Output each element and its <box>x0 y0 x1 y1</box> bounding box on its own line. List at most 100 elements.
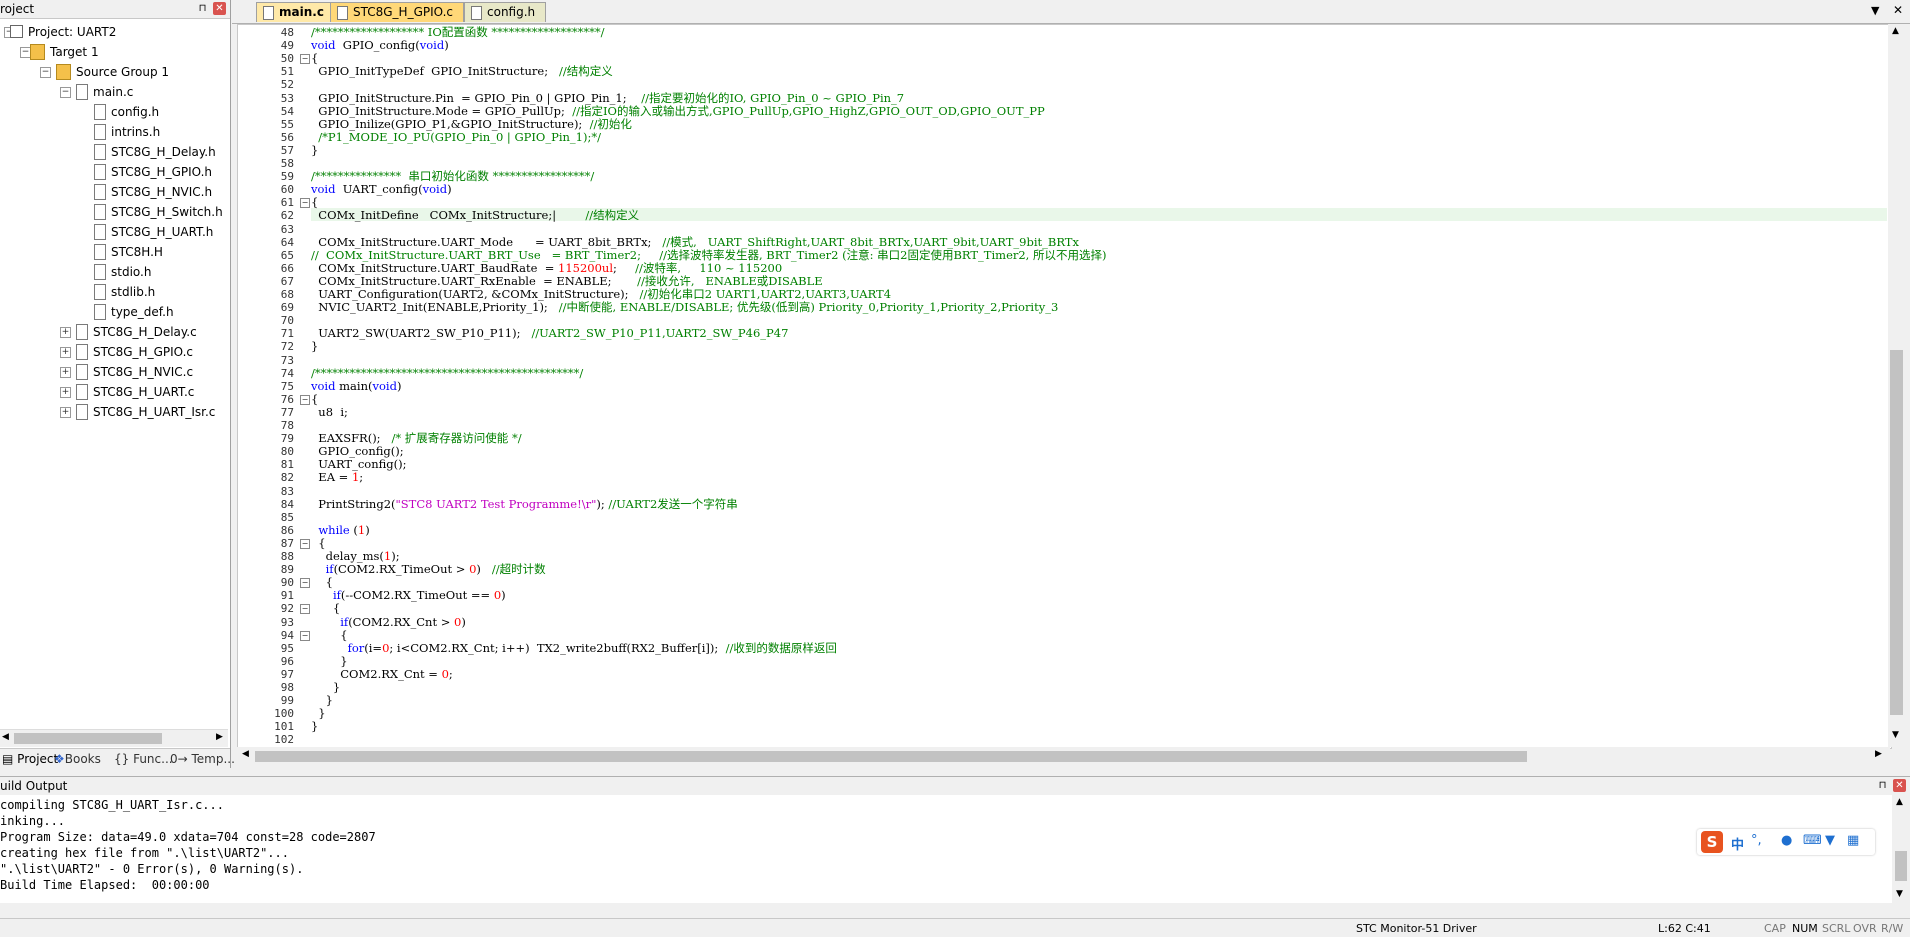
tab-main-c[interactable]: main.c <box>256 2 335 22</box>
tree-item[interactable]: Source Group 1 <box>56 62 169 82</box>
scroll-left-icon[interactable]: ◀ <box>2 732 9 742</box>
fold-toggle-icon[interactable]: − <box>300 198 310 209</box>
tab-templates[interactable]: 0→ Temp... <box>170 751 235 767</box>
tree-item[interactable]: STC8G_H_GPIO.c <box>76 342 193 362</box>
tree-item[interactable]: Project: UART2 <box>10 22 116 42</box>
code-line[interactable]: GPIO_Inilize(GPIO_P1,&GPIO_InitStructure… <box>311 117 632 131</box>
fold-toggle-icon[interactable]: − <box>300 394 310 405</box>
code-line[interactable]: if(--COM2.RX_TimeOut == 0) <box>311 589 506 602</box>
tree-item[interactable]: Target 1 <box>30 42 99 62</box>
pin-icon[interactable]: ⊓ <box>196 2 209 15</box>
fold-toggle-icon[interactable]: − <box>300 538 310 549</box>
code-line[interactable]: void main(void) <box>311 379 401 393</box>
project-scroll-thumb[interactable] <box>14 733 162 744</box>
code-line[interactable]: { <box>311 196 318 209</box>
tree-item[interactable]: STC8G_H_UART.c <box>76 382 194 402</box>
scroll-up-icon[interactable]: ▲ <box>1896 797 1903 807</box>
fold-toggle-icon[interactable]: − <box>300 54 310 65</box>
tree-item[interactable]: STC8G_H_UART.h <box>94 222 213 242</box>
tree-expander-icon[interactable]: + <box>60 367 71 378</box>
code-line[interactable]: // COMx_InitStructure.UART_BRT_Use = BRT… <box>311 248 1106 262</box>
code-line[interactable]: EAXSFR(); /* 扩展寄存器访问使能 */ <box>311 432 521 445</box>
close-icon[interactable]: ✕ <box>1893 779 1906 792</box>
code-line[interactable]: COM2.RX_Cnt = 0; <box>311 667 453 681</box>
tab-functions[interactable]: {} Func... <box>114 751 173 767</box>
tree-expander-icon[interactable]: + <box>60 327 71 338</box>
tree-item[interactable]: stdio.h <box>94 262 151 282</box>
tree-item[interactable]: STC8G_H_UART_Isr.c <box>76 402 215 422</box>
editor-vertical-scroll-thumb[interactable] <box>1890 350 1903 715</box>
close-icon[interactable]: ✕ <box>213 2 226 15</box>
scroll-down-icon[interactable]: ▼ <box>1892 730 1899 740</box>
build-output-scroll-thumb[interactable] <box>1895 851 1907 881</box>
build-output-scrollbar[interactable]: ▲ ▼ <box>1892 795 1910 903</box>
code-line[interactable]: { <box>311 392 318 406</box>
code-line[interactable]: { <box>311 536 325 550</box>
tree-item[interactable]: STC8H.H <box>94 242 163 262</box>
code-line[interactable]: COMx_InitStructure.UART_BaudRate = 11520… <box>311 261 782 275</box>
tab-stc8g-h-gpio-c[interactable]: STC8G_H_GPIO.c <box>330 2 465 22</box>
keyboard-icon[interactable]: ⌨ <box>1803 833 1822 848</box>
tab-books[interactable]: ❖Books <box>54 751 101 767</box>
tree-item[interactable]: STC8G_H_GPIO.h <box>94 162 212 182</box>
scroll-down-icon[interactable]: ▼ <box>1896 889 1903 899</box>
code-line[interactable]: void GPIO_config(void) <box>311 39 449 52</box>
code-line[interactable]: GPIO_InitStructure.Pin = GPIO_Pin_0 | GP… <box>311 91 904 105</box>
code-line[interactable]: /*P1_MODE_IO_PU(GPIO_Pin_0 | GPIO_Pin_1)… <box>311 130 601 144</box>
tree-item[interactable]: config.h <box>94 102 159 122</box>
scroll-right-icon[interactable]: ▶ <box>216 732 223 742</box>
code-line[interactable]: } <box>311 720 318 733</box>
code-line[interactable]: } <box>311 694 333 707</box>
code-line[interactable]: GPIO_config(); <box>311 445 403 458</box>
code-line[interactable]: { <box>311 576 333 589</box>
editor-horizontal-scroll-thumb[interactable] <box>255 751 1527 762</box>
code-line[interactable]: while (1) <box>311 523 369 537</box>
code-line[interactable]: NVIC_UART2_Init(ENABLE,Priority_1); //中断… <box>311 301 1058 314</box>
code-line[interactable]: if(COM2.RX_TimeOut > 0) //超时计数 <box>311 563 546 576</box>
ime-toolbar[interactable]: S 中 °, ● ⌨ ▼ ▦ <box>1697 829 1875 855</box>
code-line[interactable]: COMx_InitStructure.UART_Mode = UART_8bit… <box>311 235 1079 249</box>
tree-item[interactable]: STC8G_H_NVIC.h <box>94 182 212 202</box>
ime-chinese-mode[interactable]: 中 <box>1731 834 1744 853</box>
tree-item[interactable]: main.c <box>76 82 133 102</box>
tree-item[interactable]: STC8G_H_Delay.h <box>94 142 216 162</box>
tree-item[interactable]: stdlib.h <box>94 282 155 302</box>
code-line[interactable]: } <box>311 654 347 668</box>
toolbox-icon[interactable]: ▦ <box>1847 833 1859 848</box>
fold-toggle-icon[interactable]: − <box>300 578 310 589</box>
code-line[interactable]: { <box>311 628 347 642</box>
tab-project[interactable]: ▤ Project <box>2 751 58 767</box>
build-output-panel[interactable]: compiling STC8G_H_UART_Isr.c... inking...… <box>0 795 1893 903</box>
code-line[interactable]: EA = 1; <box>311 471 363 484</box>
pin-icon[interactable]: ⊓ <box>1876 779 1889 792</box>
tree-item[interactable]: STC8G_H_Switch.h <box>94 202 223 222</box>
fold-toggle-icon[interactable]: − <box>300 604 310 615</box>
code-line[interactable]: } <box>311 707 325 720</box>
code-line[interactable]: /***************************************… <box>311 366 583 380</box>
tree-expander-icon[interactable]: − <box>60 87 71 98</box>
tree-item[interactable]: STC8G_H_NVIC.c <box>76 362 193 382</box>
fold-toggle-icon[interactable]: − <box>300 630 310 641</box>
code-line[interactable]: UART_Configuration(UART2, &COMx_InitStru… <box>311 288 891 301</box>
sogou-logo-icon[interactable]: S <box>1701 831 1723 853</box>
code-line[interactable]: } <box>311 681 340 694</box>
code-line[interactable]: for(i=0; i<COM2.RX_Cnt; i++) TX2_write2b… <box>311 641 837 655</box>
code-line[interactable]: u8 i; <box>311 405 348 419</box>
code-line[interactable]: UART2_SW(UART2_SW_P10_P11); //UART2_SW_P… <box>311 327 788 340</box>
microphone-icon[interactable]: ● <box>1781 833 1792 848</box>
code-line[interactable]: } <box>311 143 318 157</box>
tree-expander-icon[interactable]: + <box>60 347 71 358</box>
tree-item[interactable]: STC8G_H_Delay.c <box>76 322 197 342</box>
code-line[interactable]: /*************** 串口初始化函数 ***************… <box>311 170 594 183</box>
skin-icon[interactable]: ▼ <box>1825 833 1835 848</box>
tab-config-h[interactable]: config.h <box>464 2 547 22</box>
code-line[interactable]: COMx_InitStructure.UART_RxEnable = ENABL… <box>311 274 822 288</box>
code-line[interactable]: COMx_InitDefine COMx_InitStructure;| //结… <box>311 209 639 222</box>
close-icon[interactable]: ✕ <box>1893 3 1903 17</box>
code-line[interactable]: void UART_config(void) <box>311 183 452 196</box>
tree-expander-icon[interactable]: + <box>60 407 71 418</box>
tree-expander-icon[interactable]: + <box>60 387 71 398</box>
code-line[interactable]: UART_config(); <box>311 458 406 471</box>
code-line[interactable]: GPIO_InitTypeDef GPIO_InitStructure; //结… <box>311 65 613 78</box>
project-horizontal-scrollbar[interactable]: ◀ ▶ <box>0 729 228 747</box>
